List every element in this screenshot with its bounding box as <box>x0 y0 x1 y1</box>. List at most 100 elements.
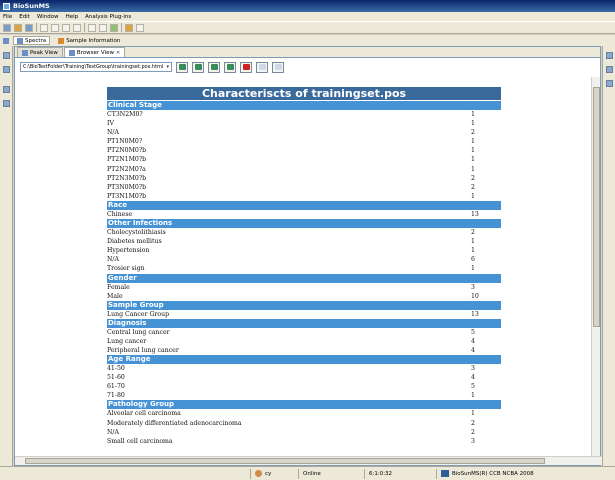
perspective-spectra[interactable]: Spectra <box>13 36 51 45</box>
undo-icon[interactable] <box>88 23 96 32</box>
row-count: 3 <box>471 283 475 291</box>
table-row: Diabetes mellitus 1 <box>107 237 501 246</box>
row-label: Male <box>107 292 123 300</box>
view-icon[interactable] <box>3 86 10 93</box>
table-row: Female 3 <box>107 283 501 292</box>
table-row: Trosier sign 1 <box>107 264 501 273</box>
table-row: 41-50 3 <box>107 364 501 373</box>
view-icon[interactable] <box>3 100 10 107</box>
table-row: N/A 2 <box>107 128 501 137</box>
menu-bar: File Edit Window Help Analysis Plug-ins <box>0 12 615 21</box>
table-row: 71-80 1 <box>107 391 501 400</box>
view-icon[interactable] <box>606 52 613 59</box>
tab-peak-view[interactable]: Peak View <box>17 47 63 57</box>
forward-icon <box>210 64 218 70</box>
row-count: 3 <box>471 437 475 445</box>
forward-button[interactable] <box>208 61 220 73</box>
view-icon[interactable] <box>3 66 10 73</box>
table-row: 61-70 5 <box>107 382 501 391</box>
section-header: Pathology Group <box>107 400 501 410</box>
browser-nav-bar: C:\BioTestFolder\Training\TestGroup\trai… <box>15 58 600 76</box>
home-button[interactable] <box>256 61 268 73</box>
table-row: Central lung cancer 5 <box>107 328 501 337</box>
forward-icon[interactable] <box>136 23 144 32</box>
perspective-sample-information[interactable]: Sample Information <box>54 36 125 45</box>
copy-icon[interactable] <box>62 23 70 32</box>
save-icon[interactable] <box>25 23 33 32</box>
run-icon[interactable] <box>110 23 118 32</box>
row-count: 1 <box>471 392 475 400</box>
perspective-label: Spectra <box>25 37 47 44</box>
main-toolbar <box>0 21 615 34</box>
new-icon[interactable] <box>3 23 11 32</box>
status-clock: 6:1:0:32 <box>364 468 436 479</box>
row-count: 2 <box>471 419 475 427</box>
row-label: Female <box>107 283 130 291</box>
toolbar-separator <box>36 23 37 32</box>
peak-view-icon <box>22 49 28 56</box>
view-icon[interactable] <box>606 66 613 73</box>
table-row: PT2N3M0?b 2 <box>107 174 501 183</box>
tab-browser-view[interactable]: Browser View ✕ <box>63 47 126 57</box>
open-icon[interactable] <box>14 23 22 32</box>
scroll-thumb[interactable] <box>593 87 600 327</box>
editor-area: Peak View Browser View ✕ C:\BioTestFolde… <box>14 46 602 466</box>
row-label: Moderately differentiated adenocarcinoma <box>107 419 242 427</box>
spectra-icon <box>17 37 23 44</box>
close-icon[interactable]: ✕ <box>116 50 120 56</box>
toolbar-separator <box>84 23 85 32</box>
table-row: PT1N0M0? 1 <box>107 137 501 146</box>
view-icon[interactable] <box>606 80 613 87</box>
status-app: BioSunMS(R) CCB NCBA 2008 <box>436 468 556 479</box>
stop-icon <box>242 64 250 70</box>
paste-icon[interactable] <box>73 23 81 32</box>
stop-button[interactable] <box>240 61 252 73</box>
table-row: Lung Cancer Group 13 <box>107 310 501 319</box>
scroll-thumb[interactable] <box>25 458 545 464</box>
go-icon <box>178 64 186 70</box>
row-count: 5 <box>471 328 475 336</box>
menu-help[interactable]: Help <box>66 14 79 20</box>
back-icon[interactable] <box>125 23 133 32</box>
row-label: 61-70 <box>107 383 125 391</box>
view-icon[interactable] <box>3 52 10 59</box>
status-app-name: BioSunMS(R) CCB NCBA 2008 <box>452 470 534 477</box>
chevron-down-icon[interactable]: ▾ <box>166 64 169 70</box>
right-trim <box>602 46 615 466</box>
row-count: 3 <box>471 365 475 373</box>
vertical-scrollbar[interactable] <box>591 77 600 456</box>
redo-icon[interactable] <box>99 23 107 32</box>
table-row: Peripheral lung cancer 4 <box>107 346 501 355</box>
url-combobox[interactable]: C:\BioTestFolder\Training\TestGroup\trai… <box>20 62 172 72</box>
row-label: Diabetes mellitus <box>107 238 162 246</box>
refresh-icon <box>226 64 234 70</box>
row-count: 2 <box>471 183 475 191</box>
row-label: Central lung cancer <box>107 328 170 336</box>
back-button[interactable] <box>192 61 204 73</box>
table-row: Moderately differentiated adenocarcinoma… <box>107 419 501 428</box>
row-count: 10 <box>471 292 479 300</box>
cut-icon[interactable] <box>51 23 59 32</box>
row-count: 4 <box>471 337 475 345</box>
menu-window[interactable]: Window <box>37 14 59 20</box>
row-label: Small cell carcinoma <box>107 437 173 445</box>
row-count: 2 <box>471 129 475 137</box>
print-button[interactable] <box>272 61 284 73</box>
table-row: Small cell carcinoma 3 <box>107 437 501 446</box>
perspective-menu-icon[interactable] <box>3 37 9 44</box>
refresh-button[interactable] <box>224 61 236 73</box>
go-button[interactable] <box>176 61 188 73</box>
menu-file[interactable]: File <box>3 14 12 20</box>
perspective-label: Sample Information <box>66 37 121 44</box>
row-label: CT3N2M0? <box>107 111 143 118</box>
row-label: PT1N0M0? <box>107 138 143 146</box>
menu-analysis-plugins[interactable]: Analysis Plug-ins <box>85 14 131 20</box>
home-icon <box>258 64 266 70</box>
table-row: PT3N1M0?b 1 <box>107 192 501 201</box>
menu-edit[interactable]: Edit <box>19 14 30 20</box>
table-row: Chinese 13 <box>107 210 501 219</box>
row-count: 1 <box>471 238 475 246</box>
status-connection: Online <box>298 468 364 479</box>
horizontal-scrollbar[interactable] <box>15 456 602 465</box>
print-icon[interactable] <box>40 23 48 32</box>
